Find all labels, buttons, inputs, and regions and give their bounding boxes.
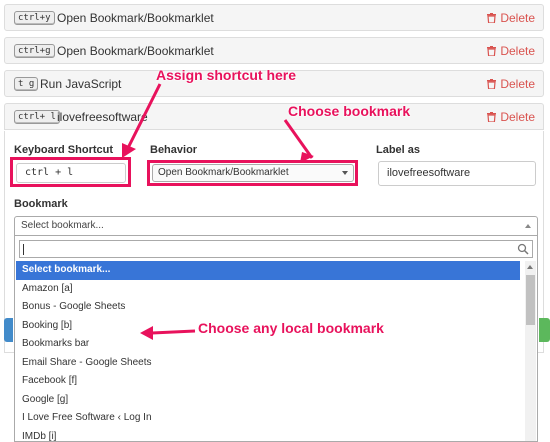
delete-label: Delete — [500, 11, 535, 25]
shortcut-action-label: Open Bookmark/Bookmarklet — [57, 44, 214, 58]
delete-button[interactable]: Delete — [487, 110, 535, 124]
bookmark-option[interactable]: Bonus - Google Sheets — [16, 298, 520, 317]
bookmark-search-input[interactable] — [19, 240, 533, 258]
dropdown-scrollbar[interactable] — [525, 261, 536, 441]
caret-up-icon — [525, 224, 531, 228]
annotation-assign-shortcut: Assign shortcut here — [156, 67, 297, 83]
shortcut-action-label: Run JavaScript — [40, 77, 122, 91]
delete-label: Delete — [500, 77, 535, 91]
keyboard-shortcut-label: Keyboard Shortcut — [14, 144, 114, 156]
shortcut-key: ctrl+g — [14, 44, 55, 58]
trash-icon — [487, 112, 497, 122]
annotation-choose-local-bookmark: Choose any local bookmark — [198, 320, 384, 336]
delete-button[interactable]: Delete — [487, 77, 535, 91]
behavior-label: Behavior — [150, 144, 198, 156]
bookmark-option[interactable]: Select bookmark... — [16, 261, 520, 280]
text-cursor — [23, 244, 24, 255]
shortcut-action-label: ilovefreesoftware — [57, 110, 148, 124]
trash-icon — [487, 13, 497, 23]
shortcut-highlight-box — [10, 157, 131, 187]
behavior-highlight-box — [147, 160, 358, 186]
bookmark-dropdown: Select bookmark... Amazon [a] Bonus - Go… — [14, 236, 538, 442]
bookmark-label: Bookmark — [14, 198, 68, 210]
partial-button-left[interactable] — [4, 318, 13, 342]
bookmark-select-placeholder: Select bookmark... — [21, 220, 104, 231]
trash-icon — [487, 79, 497, 89]
label-as-label: Label as — [376, 144, 421, 156]
trash-icon — [487, 46, 497, 56]
bookmark-option[interactable]: Google [g] — [16, 391, 520, 410]
bookmark-select[interactable]: Select bookmark... — [14, 216, 538, 236]
shortcut-key: t g — [14, 77, 39, 91]
scrollbar-thumb[interactable] — [526, 275, 535, 325]
label-as-input[interactable]: ilovefreesoftware — [378, 161, 536, 186]
delete-label: Delete — [500, 110, 535, 124]
bookmark-option[interactable]: IMDb [i] — [16, 428, 520, 442]
delete-label: Delete — [500, 44, 535, 58]
delete-button[interactable]: Delete — [487, 11, 535, 25]
shortcut-action-label: Open Bookmark/Bookmarklet — [57, 11, 214, 25]
shortcut-row-expanded[interactable]: ctrl+ l ilovefreesoftware Delete — [4, 103, 544, 130]
bookmark-option[interactable]: Email Share - Google Sheets — [16, 354, 520, 373]
partial-button-right[interactable] — [539, 318, 550, 342]
bookmark-options-list: Select bookmark... Amazon [a] Bonus - Go… — [16, 261, 520, 442]
shortcut-row[interactable]: ctrl+y Open Bookmark/Bookmarklet Delete — [4, 4, 544, 31]
bookmark-option[interactable]: Facebook [f] — [16, 372, 520, 391]
shortcut-row[interactable]: ctrl+g Open Bookmark/Bookmarklet Delete — [4, 37, 544, 64]
delete-button[interactable]: Delete — [487, 44, 535, 58]
shortcut-key: ctrl+y — [14, 11, 55, 25]
bookmark-option[interactable]: I Love Free Software ‹ Log In — [16, 409, 520, 428]
shortcut-key: ctrl+ l — [14, 110, 60, 124]
scroll-up-icon[interactable] — [527, 265, 533, 269]
search-icon — [517, 243, 529, 255]
annotation-choose-bookmark: Choose bookmark — [288, 103, 411, 119]
bookmark-option[interactable]: Amazon [a] — [16, 280, 520, 299]
bookmark-option[interactable]: Bookmarks bar — [16, 335, 520, 354]
